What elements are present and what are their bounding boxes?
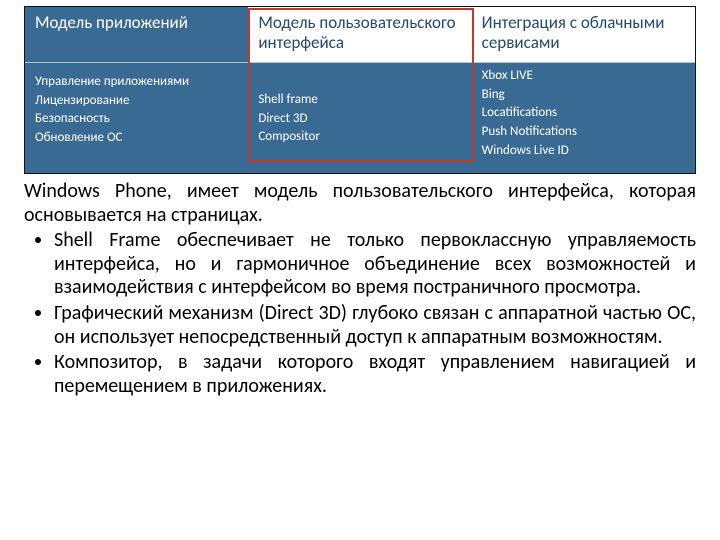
table-body-row: Управление приложениями Лицензирование Б… <box>25 63 695 173</box>
list-item: Безопасность <box>35 110 238 129</box>
body-col2: Shell frame Direct 3D Compositor <box>248 63 471 173</box>
intro-paragraph: Windows Phone, имеет модель пользователь… <box>24 180 696 227</box>
bullet-item: Композитор, в задачи которого входят упр… <box>54 351 696 398</box>
bullet-item: Shell Frame обеспечивает не только перво… <box>54 229 696 300</box>
list-item: Locatifications <box>482 104 685 123</box>
list-item: Обновление ОС <box>35 129 238 148</box>
table-header-row: Модель приложений Модель пользовательско… <box>25 7 695 63</box>
body-col3: Xbox LIVE Bing Locatifications Push Noti… <box>472 63 695 173</box>
header-col2: Модель пользовательского интерфейса <box>248 7 471 63</box>
bullet-list: Shell Frame обеспечивает не только перво… <box>24 229 696 398</box>
list-item: Управление приложениями <box>35 73 238 92</box>
list-item: Xbox LIVE <box>482 67 685 86</box>
comparison-table: Модель приложений Модель пользовательско… <box>24 6 696 174</box>
list-item: Лицензирование <box>35 92 238 111</box>
list-item: Direct 3D <box>258 110 461 129</box>
bullet-item: Графический механизм (Direct 3D) глубоко… <box>54 302 696 349</box>
list-item: Bing <box>482 86 685 105</box>
body-col1: Управление приложениями Лицензирование Б… <box>25 63 248 173</box>
list-item: Compositor <box>258 128 461 147</box>
header-col3: Интеграция с облачными сервисами <box>472 7 695 63</box>
list-item: Shell frame <box>258 91 461 110</box>
body-text: Windows Phone, имеет модель пользователь… <box>24 180 696 400</box>
header-col1: Модель приложений <box>25 7 248 63</box>
list-item: Windows Live ID <box>482 142 685 161</box>
list-item: Push Notifications <box>482 123 685 142</box>
slide: Модель приложений Модель пользовательско… <box>0 0 720 540</box>
